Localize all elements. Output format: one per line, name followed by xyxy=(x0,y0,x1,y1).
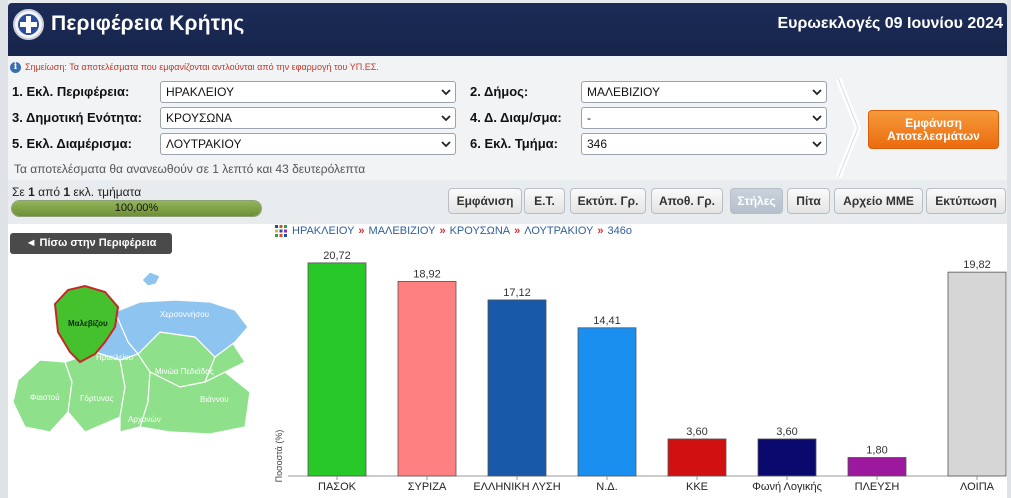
info-icon: i xyxy=(10,61,21,73)
dimos-value: ΜΑΛΕΒΙΖΙΟΥ xyxy=(587,85,660,99)
map-label-faistou: Φαιστού xyxy=(30,393,60,402)
category-label-7: ΛΟΙΠΑ xyxy=(960,481,995,493)
show-results-button[interactable]: Εμφάνιση Αποτελεσμάτων xyxy=(868,110,999,149)
bar-7[interactable] xyxy=(947,271,1007,477)
bar-value-label-0: 20,72 xyxy=(323,250,351,262)
bar-4[interactable] xyxy=(667,438,727,477)
category-label-0: ΠΑΣΟΚ xyxy=(318,481,357,493)
map-label-chersonisou: Χερσοννήσου xyxy=(160,310,209,319)
progress-bar: 100,00% xyxy=(11,200,262,217)
diamerisma-d-value: - xyxy=(587,111,591,125)
tmima-select[interactable]: 346 xyxy=(581,133,827,155)
bar-6[interactable] xyxy=(847,457,907,477)
bar-1[interactable] xyxy=(397,280,457,477)
breadcrumb-dimos[interactable]: ΜΑΛΕΒΙΖΙΟΥ xyxy=(369,225,436,237)
bar-value-label-2: 17,12 xyxy=(503,287,531,299)
results-area: ◄ Πίσω στην Περιφέρεια ΗΡΑΚΛΕΙΟΥ » ΜΑΛΕΒ… xyxy=(8,224,1007,498)
bar-value-label-1: 18,92 xyxy=(413,268,441,280)
y-axis-label: Ποσοστά (%) xyxy=(274,430,284,483)
dimos-label: 2. Δήμος: xyxy=(470,84,529,99)
grid-dots-icon xyxy=(275,225,287,237)
election-title: Ευρωεκλογές 09 Ιουνίου 2024 xyxy=(777,15,1003,32)
category-label-1: ΣΥΡΙΖΑ xyxy=(408,481,447,493)
bar-value-label-5: 3,60 xyxy=(776,426,797,438)
diamerisma-d-select[interactable]: - xyxy=(581,107,827,129)
enotita-label: 3. Δημοτική Ενότητα: xyxy=(12,110,142,125)
tmima-value: 346 xyxy=(587,137,608,151)
bar-value-label-7: 19,82 xyxy=(963,259,991,271)
bar-value-label-3: 14,41 xyxy=(593,315,621,327)
enotita-value: ΚΡΟΥΣΩΝΑ xyxy=(166,111,233,125)
periferia-value: ΗΡΑΚΛΕΙΟΥ xyxy=(166,85,235,99)
category-label-4: ΚΚΕ xyxy=(686,481,708,493)
category-label-2: ΕΛΛΗΝΙΚΗ ΛΥΣΗ xyxy=(473,481,560,493)
bar-3[interactable] xyxy=(577,327,637,477)
map-label-irakleiou: Ηρακλείου xyxy=(96,353,133,362)
region-map: Μαλεβίζου Χερσοννήσου Ηρακλείου Μινώα Πε… xyxy=(12,271,251,435)
map-island xyxy=(141,271,161,287)
tab-2[interactable]: Εκτύπ. Γρ. xyxy=(570,188,646,214)
diamerisma-select[interactable]: ΛΟΥΤΡΑΚΙΟΥ xyxy=(160,133,456,155)
selection-panel: i Σημείωση: Τα αποτελέσματα που εμφανίζο… xyxy=(8,56,1007,180)
breadcrumb: ΗΡΑΚΛΕΙΟΥ » ΜΑΛΕΒΙΖΙΟΥ » ΚΡΟΥΣΩΝΑ » ΛΟΥΤ… xyxy=(274,224,632,238)
greek-emblem-icon xyxy=(13,9,44,40)
diamerisma-label: 5. Εκλ. Διαμέρισμα: xyxy=(12,136,132,151)
tab-4[interactable]: Στήλες xyxy=(730,188,783,214)
chevron-down-icon xyxy=(441,115,451,122)
chevron-down-icon xyxy=(812,89,822,96)
breadcrumb-separator: » xyxy=(597,225,604,237)
category-label-5: Φωνή Λογικής xyxy=(752,481,822,493)
breadcrumb-diamerisma[interactable]: ΛΟΥΤΡΑΚΙΟΥ xyxy=(524,225,593,237)
tab-6[interactable]: Αρχείο ΜΜΕ xyxy=(834,188,923,214)
chevron-down-icon xyxy=(812,115,822,122)
category-label-3: Ν.Δ. xyxy=(596,481,617,493)
page-title: Περιφέρεια Κρήτης xyxy=(51,12,245,35)
map-label-malevizou: Μαλεβίζου xyxy=(68,319,108,328)
bar-value-label-4: 3,60 xyxy=(686,426,707,438)
bar-2[interactable] xyxy=(487,299,547,477)
tab-0[interactable]: Εμφάνιση xyxy=(448,188,522,214)
refresh-countdown: Τα αποτελέσματα θα ανανεωθούν σε 1 λεπτό… xyxy=(14,162,366,176)
results-bar-chart: Ποσοστά (%) 20,72 ΠΑΣΟΚ 18,92 ΣΥΡΙΖΑ 17,12 ΕΛΛ… xyxy=(274,250,1007,493)
counted-precincts: Σε 1 από 1 εκλ. τμήματα xyxy=(12,185,142,199)
map-label-minoa: Μινώα Πεδιάδας xyxy=(155,367,214,376)
chevron-down-icon xyxy=(441,141,451,148)
left-margin xyxy=(0,0,8,498)
category-label-6: ΠΛΕΥΣΗ xyxy=(855,481,900,493)
bar-5[interactable] xyxy=(757,438,817,477)
breadcrumb-separator: » xyxy=(514,225,521,237)
diamerisma-value: ΛΟΥΤΡΑΚΙΟΥ xyxy=(166,137,242,151)
breadcrumb-separator: » xyxy=(358,225,365,237)
tab-1[interactable]: Ε.Τ. xyxy=(524,188,565,214)
chevron-down-icon xyxy=(441,89,451,96)
tab-3[interactable]: Αποθ. Γρ. xyxy=(651,188,723,214)
map-label-archanon: Αρχανών xyxy=(128,415,161,424)
breadcrumb-separator: » xyxy=(439,225,446,237)
breadcrumb-periferia[interactable]: ΗΡΑΚΛΕΙΟΥ xyxy=(292,225,354,237)
note: i Σημείωση: Τα αποτελέσματα που εμφανίζο… xyxy=(10,60,379,74)
breadcrumb-tmima[interactable]: 346ο xyxy=(608,225,632,237)
breadcrumb-enotita[interactable]: ΚΡΟΥΣΩΝΑ xyxy=(450,225,511,237)
dimos-select[interactable]: ΜΑΛΕΒΙΖΙΟΥ xyxy=(581,81,827,103)
progress-percent: 100,00% xyxy=(114,202,159,214)
map-label-viannou: Βιάννου xyxy=(200,395,229,404)
tab-5[interactable]: Πίτα xyxy=(787,188,830,214)
map-region-gortynas xyxy=(64,351,126,433)
bar-value-label-6: 1,80 xyxy=(866,444,887,456)
arrow-divider-icon xyxy=(836,78,862,178)
back-to-region-button[interactable]: ◄ Πίσω στην Περιφέρεια xyxy=(10,233,172,254)
note-text: Σημείωση: Τα αποτελέσματα που εμφανίζοντ… xyxy=(25,62,379,72)
enotita-select[interactable]: ΚΡΟΥΣΩΝΑ xyxy=(160,107,456,129)
bar-0[interactable] xyxy=(307,262,367,477)
map-label-gortynas: Γόρτυνας xyxy=(80,394,113,403)
diamerisma-d-label: 4. Δ. Διαμ/σμα: xyxy=(470,110,562,125)
chevron-down-icon xyxy=(812,141,822,148)
tmima-label: 6. Εκλ. Τμήμα: xyxy=(470,136,558,151)
right-margin xyxy=(1007,0,1011,498)
tab-7[interactable]: Εκτύπωση xyxy=(926,188,1006,214)
periferia-label: 1. Εκλ. Περιφέρεια: xyxy=(12,84,130,99)
app-header: Περιφέρεια Κρήτης Ευρωεκλογές 09 Ιουνίου… xyxy=(8,3,1007,56)
periferia-select[interactable]: ΗΡΑΚΛΕΙΟΥ xyxy=(160,81,456,103)
